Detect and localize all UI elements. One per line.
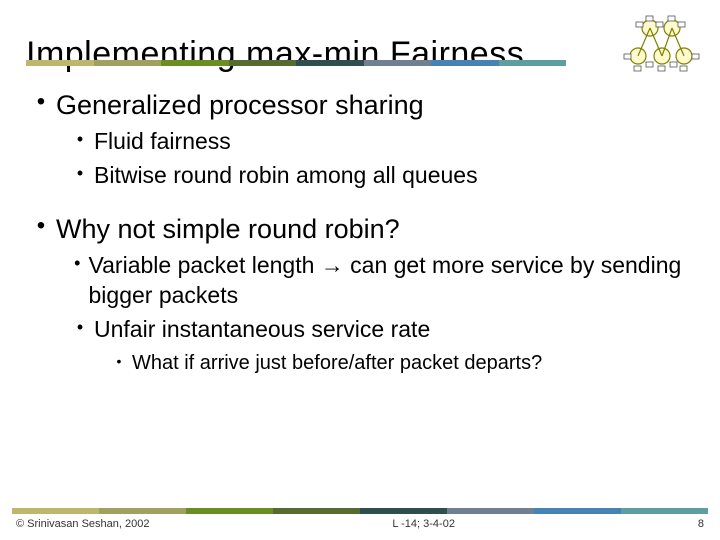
bullet-level2: • Fluid fairness xyxy=(66,126,690,156)
bullet-level2: • Bitwise round robin among all queues xyxy=(66,160,690,190)
slide-content: • Generalized processor sharing • Fluid … xyxy=(26,80,690,376)
bullet-level1: • Why not simple round robin? xyxy=(26,212,690,246)
bullet-dot-icon: • xyxy=(106,350,132,376)
bullet-text: Unfair instantaneous service rate xyxy=(94,314,430,344)
bullet-text: Bitwise round robin among all queues xyxy=(94,160,478,190)
title-underline xyxy=(26,60,566,66)
bullet-text: Variable packet length → can get more se… xyxy=(89,250,691,310)
footer-lecture-id: L -14; 3-4-02 xyxy=(392,518,455,530)
bullet-text: What if arrive just before/after packet … xyxy=(132,350,542,376)
bullet-text: Fluid fairness xyxy=(94,126,231,156)
slide-title: Implementing max-min Fairness xyxy=(26,35,524,74)
bullet-dot-icon: • xyxy=(26,88,56,122)
bullet-text: Generalized processor sharing xyxy=(56,88,424,122)
footer-bar xyxy=(12,508,708,514)
bullet-level2: • Variable packet length → can get more … xyxy=(66,250,690,310)
bullet-level1: • Generalized processor sharing xyxy=(26,88,690,122)
bullet-text: Why not simple round robin? xyxy=(56,212,400,246)
bullet-dot-icon: • xyxy=(26,212,56,246)
network-logo-icon xyxy=(622,14,700,74)
bullet-level2: • Unfair instantaneous service rate xyxy=(66,314,690,344)
bullet-dot-icon: • xyxy=(66,160,94,190)
footer-copyright: © Srinivasan Seshan, 2002 xyxy=(16,518,149,530)
bullet-dot-icon: • xyxy=(66,250,89,310)
footer-page-number: 8 xyxy=(698,518,704,530)
slide-footer: © Srinivasan Seshan, 2002 L -14; 3-4-02 … xyxy=(0,508,720,530)
bullet-dot-icon: • xyxy=(66,126,94,156)
bullet-level3: • What if arrive just before/after packe… xyxy=(106,350,690,376)
bullet-dot-icon: • xyxy=(66,314,94,344)
